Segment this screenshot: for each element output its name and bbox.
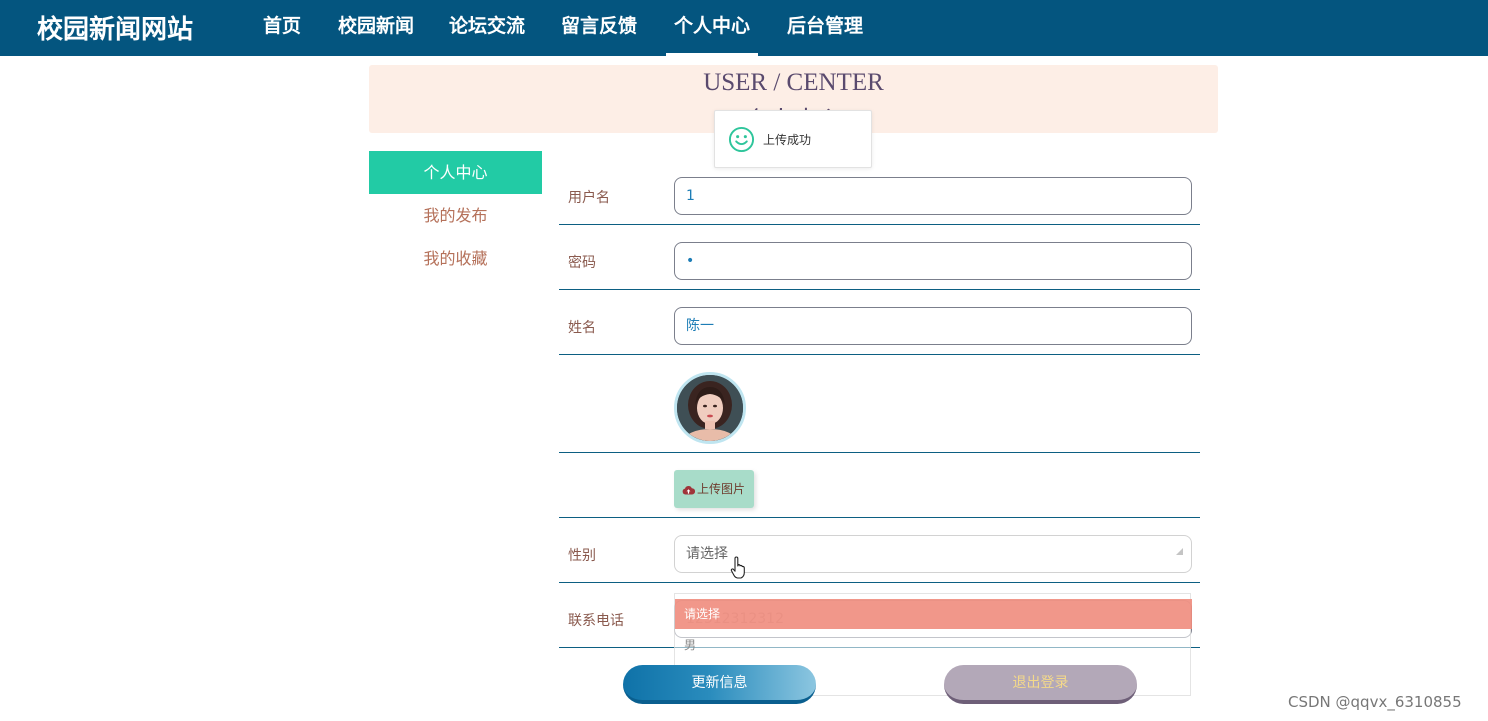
update-info-button[interactable]: 更新信息	[623, 665, 816, 704]
gender-option-please-select[interactable]: 请选择	[675, 599, 1192, 629]
phone-label: 联系电话	[568, 613, 624, 629]
cloud-upload-icon	[682, 485, 695, 494]
gender-option-male[interactable]: 男	[675, 630, 1192, 660]
logout-button[interactable]: 退出登录	[944, 665, 1137, 704]
gender-label: 性别	[568, 548, 596, 564]
name-input[interactable]: 陈一	[674, 307, 1192, 345]
row-divider	[559, 354, 1200, 355]
username-input[interactable]: 1	[674, 177, 1192, 215]
gender-select[interactable]: 请选择	[674, 535, 1192, 573]
row-divider	[559, 517, 1200, 518]
password-input[interactable]: •	[674, 242, 1192, 280]
watermark: CSDN @qqvx_6310855	[1288, 693, 1462, 711]
smile-icon	[728, 126, 755, 153]
row-divider	[559, 224, 1200, 225]
row-divider	[559, 452, 1200, 453]
name-label: 姓名	[568, 320, 596, 336]
avatar	[674, 372, 746, 444]
nav-item-campus-news[interactable]: 校园新闻	[338, 0, 414, 56]
upload-success-toast: 上传成功	[714, 110, 872, 168]
avatar-photo	[677, 375, 743, 441]
dropdown-arrow-icon	[1176, 548, 1183, 555]
gender-select-value: 请选择	[686, 546, 728, 562]
side-menu-user-center[interactable]: 个人中心	[369, 151, 542, 194]
row-divider	[559, 582, 1200, 583]
hand-cursor-icon	[730, 556, 745, 579]
nav-item-user-center[interactable]: 个人中心	[665, 0, 759, 56]
side-menu-my-favorites[interactable]: 我的收藏	[369, 237, 542, 280]
nav-item-admin[interactable]: 后台管理	[787, 0, 863, 56]
toast-message: 上传成功	[763, 133, 812, 147]
upload-image-button[interactable]: 上传图片	[674, 470, 754, 508]
top-navbar: 校园新闻网站 首页 校园新闻 论坛交流 留言反馈 个人中心 后台管理	[0, 0, 1488, 56]
nav-item-forum[interactable]: 论坛交流	[449, 0, 525, 56]
password-label: 密码	[568, 255, 596, 271]
site-brand[interactable]: 校园新闻网站	[37, 9, 193, 46]
username-label: 用户名	[568, 190, 610, 206]
side-menu-my-posts[interactable]: 我的发布	[369, 194, 542, 237]
banner-title-en: USER / CENTER	[703, 69, 884, 96]
nav-item-feedback[interactable]: 留言反馈	[561, 0, 637, 56]
nav-item-home[interactable]: 首页	[263, 0, 301, 56]
row-divider	[559, 289, 1200, 290]
upload-button-label: 上传图片	[697, 482, 746, 496]
